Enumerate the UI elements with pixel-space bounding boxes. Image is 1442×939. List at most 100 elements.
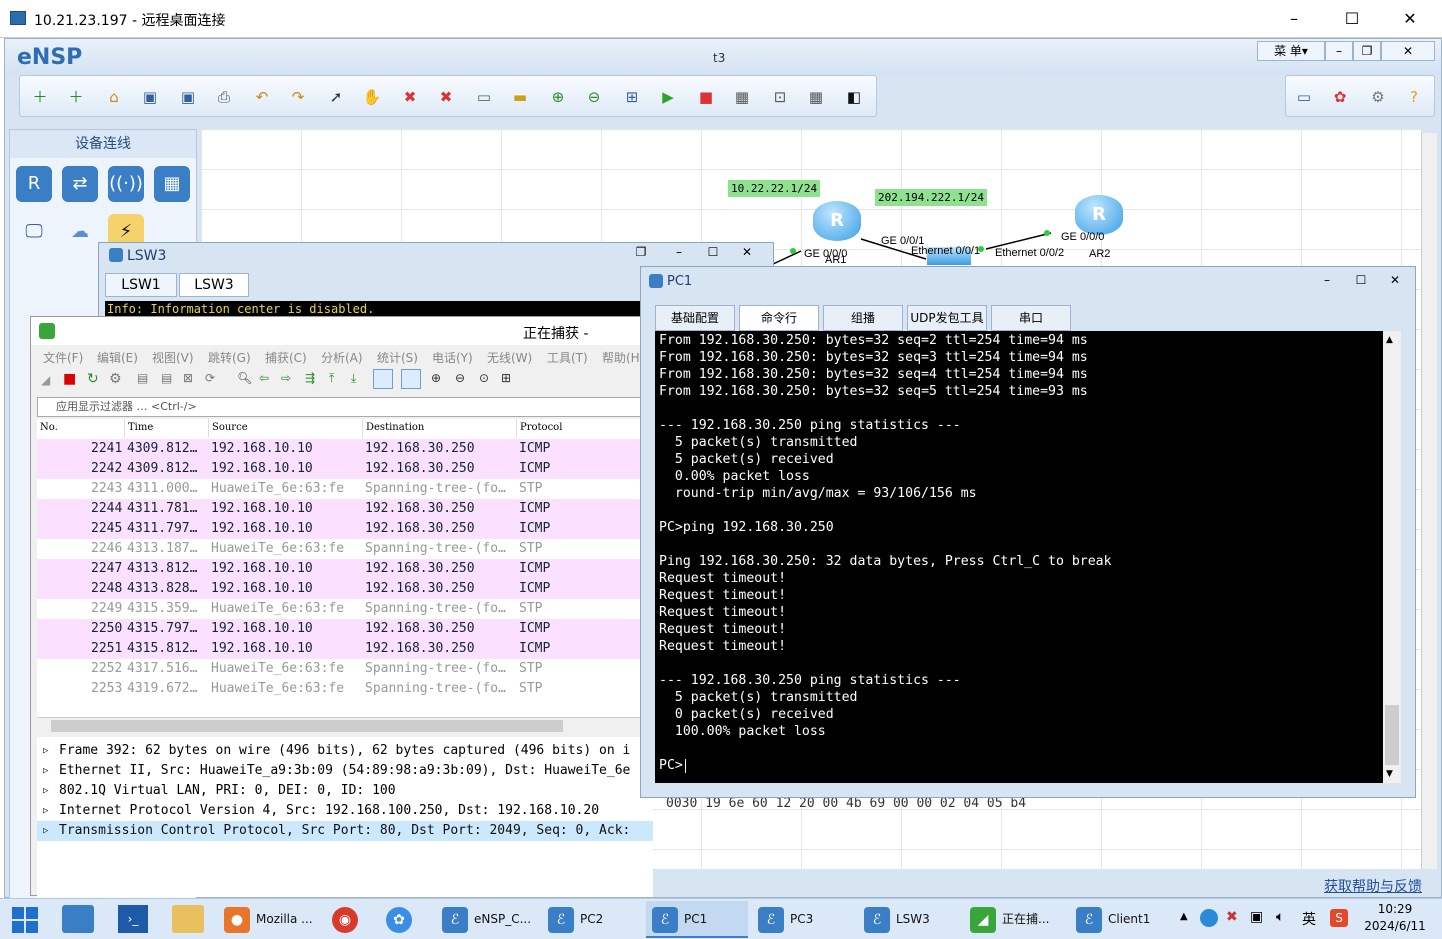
menu-go[interactable]: 跳转(G) (208, 349, 251, 366)
column-header-no[interactable]: No. (37, 419, 125, 437)
hscroll-thumb[interactable] (51, 720, 563, 732)
menu-capture[interactable]: 捕获(C) (265, 349, 307, 366)
taskbar-baidu-netdisk[interactable]: ✿ (380, 901, 430, 938)
system-clock[interactable]: 10:29 2024/6/11 (1360, 901, 1430, 935)
grid-icon[interactable]: ▦ (804, 85, 828, 109)
column-header-time[interactable]: Time (125, 419, 209, 437)
table-row[interactable]: 2246 4313.187… HuaweiTe_6e:63:fe Spanning-t… (37, 539, 649, 559)
capture-options-icon[interactable]: ⚙ (109, 371, 122, 387)
go-to-packet-icon[interactable]: ⇶ (305, 371, 315, 385)
server-manager-icon[interactable] (62, 905, 94, 933)
packet-list-hscrollbar[interactable] (37, 717, 649, 733)
table-row[interactable]: 2241 4309.812… 192.168.10.10 192.168.30.250… (37, 439, 649, 459)
start-device-icon[interactable]: ▶ (656, 85, 680, 109)
table-row[interactable]: 2245 4311.797… 192.168.10.10 192.168.30.250… (37, 519, 649, 539)
taskbar-pc2[interactable]: ℰ PC2 (542, 901, 642, 938)
stop-device-icon[interactable]: ■ (694, 85, 718, 109)
menu-telephony[interactable]: 电话(Y) (432, 349, 473, 366)
first-packet-icon[interactable]: ⤒ (329, 371, 334, 386)
pc-category-icon[interactable]: 🖵 (16, 214, 52, 250)
ar1-router-icon[interactable]: R (813, 201, 861, 241)
print-icon[interactable]: ⎙ (212, 85, 236, 109)
rectangle-icon[interactable]: ▬ (508, 85, 532, 109)
zoom-in-icon[interactable]: ⊕ (546, 85, 570, 109)
detail-row-tcp[interactable]: ▷ Transmission Control Protocol, Src Port… (37, 821, 653, 841)
autoscroll-icon[interactable] (373, 369, 393, 389)
restart-capture-icon[interactable]: ↻ (87, 371, 99, 387)
column-header-source[interactable]: Source (209, 419, 363, 437)
go-back-icon[interactable]: ⇦ (259, 371, 269, 385)
taskbar-lsw3[interactable]: ℰ LSW3 (858, 901, 960, 938)
taskbar-client1[interactable]: ℰ Client1 (1070, 901, 1172, 938)
pc1-maximize-button[interactable]: ☐ (1345, 269, 1377, 291)
ensp-close-button[interactable]: ✕ (1381, 41, 1435, 61)
scroll-down-icon[interactable]: ▼ (1386, 769, 1393, 779)
tray-overflow-icon[interactable]: ▲ (1180, 911, 1188, 922)
reload-icon[interactable]: ⟳ (205, 371, 215, 385)
new-example-icon[interactable]: ＋ (64, 85, 88, 109)
ime-indicator[interactable]: 英 (1302, 909, 1316, 929)
taskbar-firefox[interactable]: ● Mozilla ... (218, 901, 322, 938)
zoom-in-icon[interactable]: ⊕ (431, 371, 441, 385)
powershell-icon[interactable]: ›_ (118, 905, 148, 933)
tab-serial[interactable]: 串口 (991, 305, 1071, 331)
display-filter-input[interactable]: 应用显示过滤器 … <Ctrl-/> (37, 397, 649, 417)
delete-icon[interactable]: ✖ (398, 85, 422, 109)
menu-edit[interactable]: 编辑(E) (97, 349, 138, 366)
edge-tray-icon[interactable] (1200, 909, 1218, 927)
menu-statistics[interactable]: 统计(S) (377, 349, 418, 366)
volume-icon[interactable]: 🔈︎ (1276, 909, 1284, 925)
menu-tools[interactable]: 工具(T) (547, 349, 588, 366)
select-pointer-icon[interactable]: ➚ (324, 85, 348, 109)
fit-icon[interactable]: ⊞ (620, 85, 644, 109)
table-row[interactable]: 2249 4315.359… HuaweiTe_6e:63:fe Spanning-t… (37, 599, 649, 619)
table-row[interactable]: 2251 4315.812… 192.168.10.10 192.168.30.250… (37, 639, 649, 659)
help-icon[interactable]: ? (1402, 85, 1426, 109)
terminal-scroll-thumb[interactable] (1385, 705, 1399, 765)
column-header-destination[interactable]: Destination (363, 419, 517, 437)
lsw3-maximize-button[interactable]: ☐ (699, 245, 727, 265)
file-explorer-icon[interactable] (172, 905, 204, 933)
sogou-ime-icon[interactable]: S (1330, 909, 1348, 927)
find-packet-icon[interactable]: 🔍︎ (237, 371, 252, 385)
terminal-scrollbar[interactable]: ▲ ▼ (1383, 331, 1401, 783)
open-icon[interactable]: ⌂ (102, 85, 126, 109)
save-icon[interactable]: ▣ (138, 85, 162, 109)
table-row[interactable]: 2248 4313.828… 192.168.10.10 192.168.30.250… (37, 579, 649, 599)
go-forward-icon[interactable]: ⇨ (281, 371, 291, 385)
open-file-icon[interactable]: ▤ (137, 371, 148, 385)
zoom-out-icon[interactable]: ⊖ (455, 371, 465, 385)
save-as-icon[interactable]: ▣ (176, 85, 200, 109)
pc1-minimize-button[interactable]: – (1311, 269, 1343, 291)
table-row[interactable]: 2252 4317.516… HuaweiTe_6e:63:fe Spanning-t… (37, 659, 649, 679)
delete-link-icon[interactable]: ✖ (434, 85, 458, 109)
router-category-icon[interactable]: R (16, 166, 52, 202)
close-file-icon[interactable]: ⊠ (183, 371, 193, 385)
tab-lsw3[interactable]: LSW3 (179, 273, 249, 297)
help-feedback-link[interactable]: 获取帮助与反馈 (1324, 876, 1422, 896)
lsw3-minimize-button[interactable]: – (665, 245, 693, 265)
switch-category-icon[interactable]: ⇄ (62, 166, 98, 202)
network-label-2[interactable]: 202.194.222.1/24 (875, 189, 987, 206)
menu-view[interactable]: 视图(V) (152, 349, 194, 366)
column-header-protocol[interactable]: Protocol (517, 419, 649, 437)
table-row[interactable]: 2250 4315.797… 192.168.10.10 192.168.30.250… (37, 619, 649, 639)
detail-row-ipv4[interactable]: ▷ Internet Protocol Version 4, Src: 192.1… (37, 801, 653, 821)
taskbar-pc3[interactable]: ℰ PC3 (752, 901, 854, 938)
start-capture-icon[interactable]: ◢ (41, 373, 50, 387)
huawei-icon[interactable]: ✿ (1328, 85, 1352, 109)
colorize-icon[interactable] (401, 369, 421, 389)
detail-row-frame[interactable]: ▷ Frame 392: 62 bytes on wire (496 bits),… (37, 741, 653, 761)
menu-wireless[interactable]: 无线(W) (487, 349, 532, 366)
save-file-icon[interactable]: ▤ (161, 371, 172, 385)
new-topology-icon[interactable]: ＋ (28, 85, 52, 109)
redo-icon[interactable]: ↷ (286, 85, 310, 109)
cloud-category-icon[interactable]: ☁ (62, 214, 98, 250)
canvas-vertical-scrollbar[interactable] (1421, 133, 1437, 869)
tab-command-line[interactable]: 命令行 (739, 305, 819, 331)
wireless-category-icon[interactable]: ((·)) (108, 166, 144, 202)
ensp-menu-button[interactable]: 菜 单▾ (1257, 41, 1325, 61)
lsw3-restore-button[interactable]: ❐ (627, 245, 655, 265)
ar2-router-icon[interactable]: R (1075, 195, 1123, 235)
pc1-terminal[interactable]: From 192.168.30.250: bytes=32 seq=2 ttl=… (655, 331, 1401, 783)
